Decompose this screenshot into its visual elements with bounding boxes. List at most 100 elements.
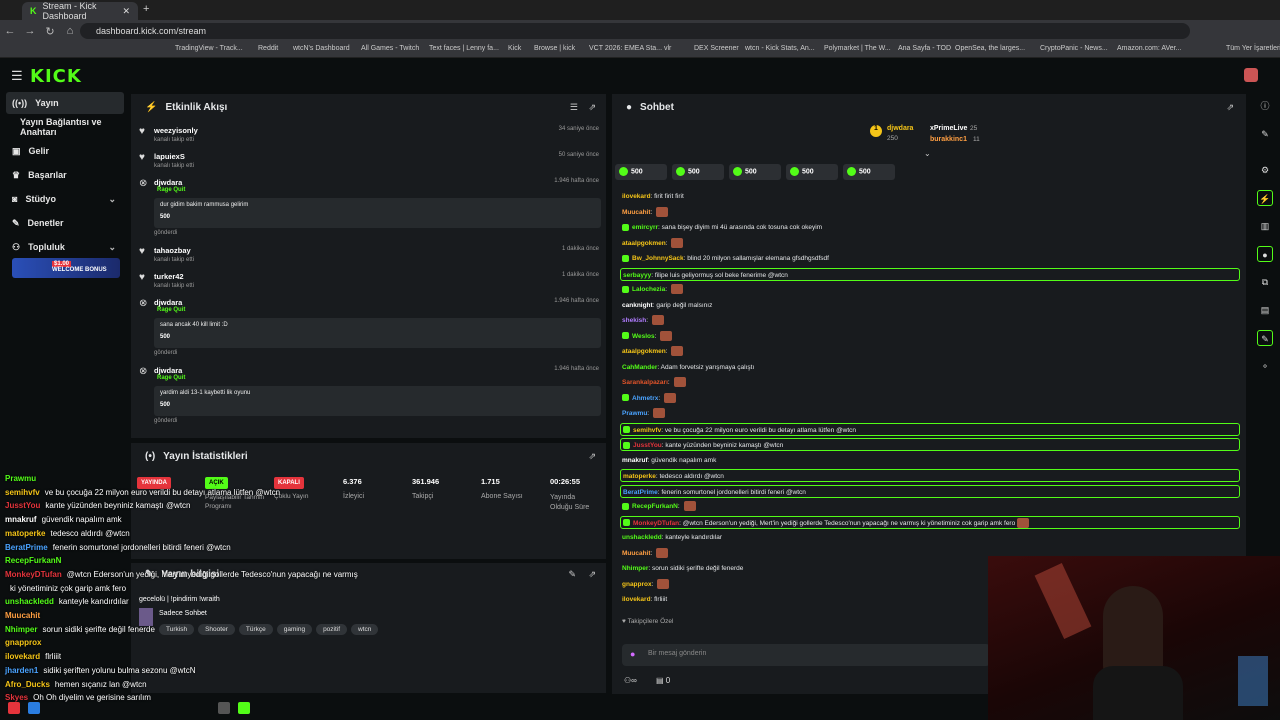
bookmark-item[interactable]: Ana Sayfa - TOD	[898, 45, 951, 52]
chat-username[interactable]: canknight	[622, 302, 653, 309]
sidebar-item-studyo[interactable]: ◙ Stüdyo ⌄	[6, 188, 124, 210]
activity-user[interactable]: djwdara	[154, 178, 182, 187]
chat-username[interactable]: Weslos	[632, 333, 655, 340]
activity-user[interactable]: lapuiexS	[154, 152, 185, 161]
menu-icon[interactable]: ☰	[11, 68, 23, 84]
chat-message[interactable]: ilovekard: firit firit firit	[620, 190, 1240, 203]
mic-icon[interactable]: ●	[630, 649, 635, 659]
activity-user[interactable]: weezyisonly	[154, 126, 198, 135]
address-bar[interactable]: dashboard.kick.com/stream	[80, 23, 1190, 39]
bookmark-item[interactable]: VCT 2026: EMEA Sta...	[589, 45, 662, 52]
chat-message[interactable]: Ahmetrx:	[620, 392, 1240, 405]
chat-icon[interactable]: ●	[1257, 246, 1273, 262]
chat-username[interactable]: Bw_JohnnySack	[632, 255, 684, 262]
chat-username[interactable]: RecepFurkanN	[632, 503, 678, 510]
chat-username[interactable]: CahMander	[622, 364, 657, 371]
settings-icon[interactable]: ⚙	[1257, 162, 1273, 178]
sidebar-item-stream-key[interactable]: Yayın Bağlantısı ve Anahtarı	[6, 116, 124, 138]
chat-username[interactable]: ilovekard	[622, 193, 651, 200]
leader-3-name[interactable]: burakkinc1	[930, 136, 967, 143]
reload-icon[interactable]: ↻	[40, 25, 60, 38]
activity-user[interactable]: djwdara	[154, 366, 182, 375]
chat-message[interactable]: mnakruf: güvendik napalım amk	[620, 454, 1240, 467]
bookmark-item[interactable]: DEX Screener	[694, 45, 739, 52]
link-icon[interactable]: ⧉	[1257, 274, 1273, 290]
chat-message[interactable]: JusstYou: kante yüzünden beyniniz kamaşt…	[620, 438, 1240, 451]
leader-2-name[interactable]: xPrimeLive	[930, 125, 967, 132]
bookmark-item[interactable]: Text faces | Lenny fa...	[429, 45, 499, 52]
chat-message[interactable]: Muucahit:	[620, 206, 1240, 219]
chat-message[interactable]: Prawmu:	[620, 407, 1240, 420]
footer-counter[interactable]: ▤ 0	[656, 676, 670, 685]
profile-avatar[interactable]	[1244, 68, 1258, 82]
chat-username[interactable]: ilovekard	[622, 596, 651, 603]
all-bookmarks[interactable]: Tüm Yer İşaretleri	[1226, 45, 1280, 52]
chat-username[interactable]: ataalpgokmen	[622, 240, 666, 247]
popout-icon[interactable]: ⇗	[1226, 102, 1234, 113]
popout-icon[interactable]: ⇗	[588, 569, 596, 580]
chat-username[interactable]: emircyrr	[632, 224, 658, 231]
chat-message[interactable]: ataalpgokmen:	[620, 345, 1240, 358]
filter-icon[interactable]: ☰	[570, 102, 578, 113]
chat-username[interactable]: serbayyy	[623, 272, 651, 279]
chat-message[interactable]: semihvfv: ve bu çocuğa 22 milyon euro ve…	[620, 422, 1240, 436]
chat-message[interactable]: canknight: garip değil malsınız	[620, 299, 1240, 312]
chat-message[interactable]: serbayyy: filipe luis geliyormuş sol bek…	[620, 267, 1240, 281]
chat-message[interactable]: shekish:	[620, 314, 1240, 327]
bookmark-item[interactable]: Browse | kick	[534, 45, 575, 52]
info-icon[interactable]: ⓘ	[1257, 98, 1273, 114]
sidebar-item-denetler[interactable]: ✎ Denetler	[6, 212, 124, 234]
pen-icon[interactable]: ✎	[1257, 126, 1273, 142]
chat-input[interactable]: ● Bir mesaj gönderin	[622, 644, 990, 666]
chat-username[interactable]: Prawmu	[622, 410, 647, 417]
edit-icon[interactable]: ✎	[568, 569, 576, 580]
welcome-bonus-banner[interactable]: $1.00 WELCOME BONUS	[12, 258, 120, 278]
chat-username[interactable]: matoperke	[623, 473, 656, 480]
home-icon[interactable]: ⌂	[60, 25, 80, 37]
popout-icon[interactable]: ⇗	[588, 102, 596, 113]
chat-username[interactable]: shekish	[622, 317, 646, 324]
back-icon[interactable]: ←	[0, 25, 20, 37]
bookmark-item[interactable]: Kick	[508, 45, 521, 52]
chevron-down-icon[interactable]: ⌄	[108, 242, 116, 253]
bookmark-item[interactable]: Reddit	[258, 45, 278, 52]
chat-username[interactable]: JusstYou	[633, 442, 662, 449]
browser-tab[interactable]: K Stream - Kick Dashboard ✕	[22, 1, 138, 21]
bookmark-item[interactable]: Polymarket | The W...	[824, 45, 891, 52]
chat-username[interactable]: MonkeyDTufan	[633, 520, 679, 527]
gift-item[interactable]: 500	[672, 164, 724, 180]
chat-username[interactable]: Lalochezia	[632, 286, 665, 293]
bookmark-item[interactable]: OpenSea, the larges...	[955, 45, 1025, 52]
bolt-icon[interactable]: ⚡	[1257, 190, 1273, 206]
kick-logo[interactable]: KICK	[30, 66, 82, 87]
chat-username[interactable]: Sarankalpazarı	[622, 379, 668, 386]
chat-username[interactable]: mnakruf	[622, 457, 648, 464]
bookmark-item[interactable]: vlr	[664, 45, 671, 52]
activity-user[interactable]: djwdara	[154, 298, 182, 307]
chat-message[interactable]: matoperke: tedesco aldırdı @wtcn	[620, 469, 1240, 482]
leader-1-name[interactable]: djwdara	[887, 125, 913, 132]
chat-message[interactable]: Weslos:	[620, 330, 1240, 343]
chevron-down-icon[interactable]: ⌄	[924, 149, 931, 158]
chat-username[interactable]: gnapprox	[622, 581, 652, 588]
bookmark-item[interactable]: Amazon.com: AVer...	[1117, 45, 1181, 52]
chat-message[interactable]: Sarankalpazarı:	[620, 376, 1240, 389]
app-icon[interactable]	[28, 702, 40, 714]
chat-username[interactable]: semihvfv	[633, 427, 661, 434]
wrench-icon[interactable]: ✎	[1257, 330, 1273, 346]
bookmark-item[interactable]: All Games - Twitch	[361, 45, 419, 52]
activity-user[interactable]: turker42	[154, 272, 184, 281]
users-icon[interactable]: ⚇∞	[624, 676, 637, 685]
chat-username[interactable]: Ahmetrx	[632, 395, 658, 402]
chat-message[interactable]: Bw_JohnnySack: blind 20 milyon sallamışl…	[620, 252, 1240, 265]
sidebar-item-gelir[interactable]: ▣ Gelir	[6, 140, 124, 162]
app-icon[interactable]	[218, 702, 230, 714]
chat-username[interactable]: Muucahit	[622, 209, 651, 216]
chat-message[interactable]: emircyrr: sana bişey diyim mi 4ü arasınd…	[620, 221, 1240, 234]
chat-username[interactable]: Muucahit	[622, 550, 651, 557]
stats-icon[interactable]: ▥	[1257, 218, 1273, 234]
chat-message[interactable]: unshackledd: kanteyle kandırdılar	[620, 531, 1240, 544]
chat-username[interactable]: BeratPrime	[623, 489, 658, 496]
chat-username[interactable]: ataalpgokmen	[622, 348, 666, 355]
chat-username[interactable]: unshackledd	[622, 534, 662, 541]
